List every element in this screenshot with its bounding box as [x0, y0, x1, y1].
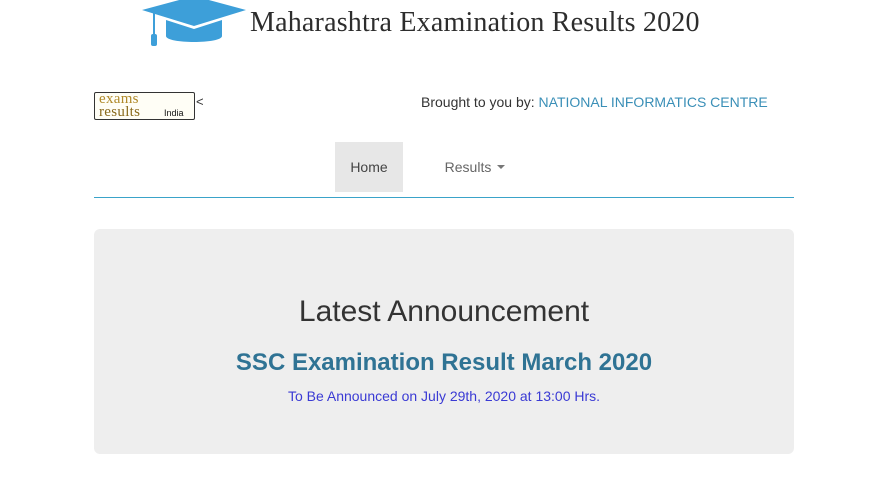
logo-text-india: India: [164, 108, 184, 118]
credits-prefix: Brought to you by:: [421, 94, 539, 110]
exams-results-india-logo[interactable]: exams results India: [94, 92, 195, 120]
graduation-cap-icon: [142, 0, 246, 46]
announcement-panel: Latest Announcement SSC Examination Resu…: [94, 229, 794, 454]
nav-home-label: Home: [350, 159, 388, 175]
site-title: Maharashtra Examination Results 2020: [250, 7, 700, 38]
page: Maharashtra Examination Results 2020 exa…: [0, 0, 887, 501]
logo-text-results: results: [99, 104, 141, 120]
stray-text: <: [196, 94, 204, 109]
nav-results-dropdown[interactable]: Results: [438, 142, 512, 192]
announcement-result-title: SSC Examination Result March 2020: [235, 349, 653, 376]
announcement-heading: Latest Announcement: [298, 295, 590, 328]
credits: Brought to you by: NATIONAL INFORMATICS …: [421, 94, 768, 110]
announcement-date: To Be Announced on July 29th, 2020 at 13…: [287, 388, 601, 404]
nav-home[interactable]: Home: [335, 142, 403, 192]
nic-link[interactable]: NATIONAL INFORMATICS CENTRE: [539, 94, 768, 110]
main-navbar: Home Results: [94, 142, 794, 198]
nav-results-label: Results: [444, 159, 492, 175]
caret-down-icon: [497, 165, 506, 170]
